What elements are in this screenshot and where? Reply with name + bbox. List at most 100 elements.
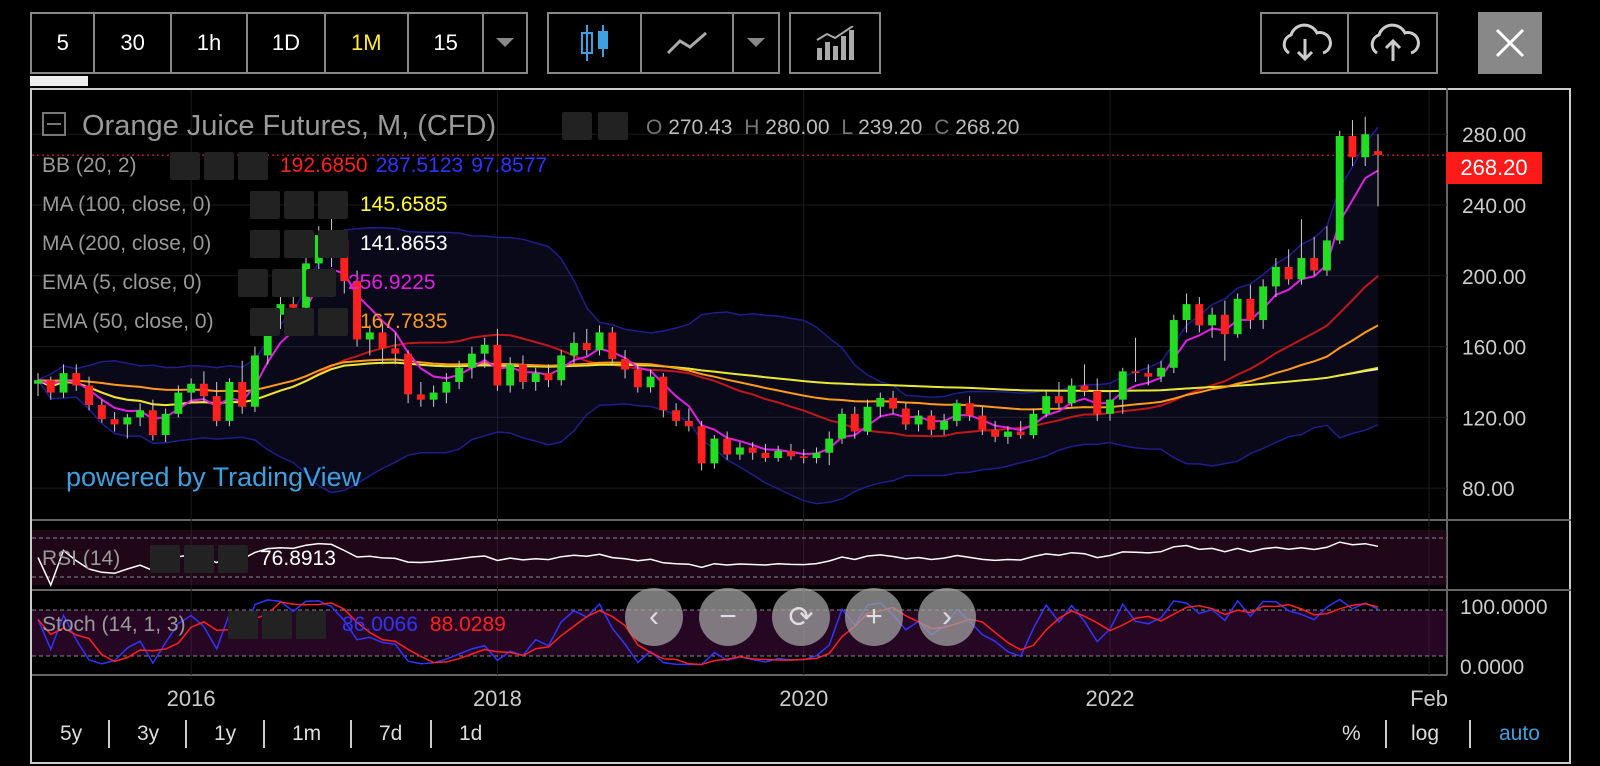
remove-icon[interactable] xyxy=(318,191,348,219)
candle-body xyxy=(1093,390,1102,414)
divider xyxy=(1385,720,1387,748)
x-tick-label: 2016 xyxy=(167,686,216,711)
scroll-left-button[interactable]: ‹ xyxy=(625,588,683,646)
candle-body xyxy=(889,397,898,409)
remove-icon[interactable] xyxy=(218,545,248,573)
visibility-icon[interactable] xyxy=(250,230,280,258)
powered-by-watermark[interactable]: powered by TradingView xyxy=(66,462,361,493)
x-tick-label: Feb xyxy=(1410,686,1448,711)
scale-percent-button[interactable]: % xyxy=(1342,722,1361,746)
divider xyxy=(430,720,432,748)
candle-body xyxy=(442,381,451,393)
range-1m[interactable]: 1m xyxy=(292,722,321,746)
candle-body xyxy=(1169,320,1178,368)
visibility-icon[interactable] xyxy=(170,152,200,180)
range-7d[interactable]: 7d xyxy=(379,722,402,746)
visibility-icon[interactable] xyxy=(238,269,268,297)
remove-icon[interactable] xyxy=(318,230,348,258)
candle-body xyxy=(136,410,145,418)
zoom-in-button[interactable]: + xyxy=(845,588,903,646)
candle-body xyxy=(1297,258,1306,280)
rsi-legend: RSI (14) 76.8913 xyxy=(42,545,336,573)
candle-body xyxy=(455,367,464,382)
gear-icon[interactable] xyxy=(272,269,302,297)
candle-body xyxy=(940,420,949,430)
candle-body xyxy=(429,392,438,400)
gear-icon[interactable] xyxy=(204,152,234,180)
candle-body xyxy=(110,419,119,425)
candle-body xyxy=(225,381,234,421)
candle-body xyxy=(582,343,591,351)
candle-body xyxy=(838,413,846,439)
range-1d[interactable]: 1d xyxy=(459,722,482,746)
candle-body xyxy=(697,426,706,464)
candle-body xyxy=(1067,385,1076,404)
gear-icon[interactable] xyxy=(598,112,628,140)
candle-body xyxy=(1118,371,1127,400)
candle-body xyxy=(212,396,221,421)
candle-body xyxy=(250,355,259,407)
visibility-icon[interactable] xyxy=(562,112,592,140)
candle-body xyxy=(1335,136,1344,241)
candle-body xyxy=(646,376,655,388)
range-5y[interactable]: 5y xyxy=(60,722,82,746)
stoch-legend: Stoch (14, 1, 3) 86.0066 88.0289 xyxy=(42,611,506,639)
candle-body xyxy=(480,344,489,354)
candle-body xyxy=(493,344,502,386)
indicator-ma100: MA (100, close, 0) 145.6585 xyxy=(42,191,448,219)
candle-body xyxy=(46,380,55,393)
candle-body xyxy=(914,415,923,425)
scale-auto-button[interactable]: auto xyxy=(1499,722,1540,746)
symbol-title: Orange Juice Futures, M, (CFD) xyxy=(82,110,497,142)
divider xyxy=(263,720,265,748)
remove-icon[interactable] xyxy=(296,611,326,639)
visibility-icon[interactable] xyxy=(228,611,258,639)
candle-body xyxy=(544,373,553,381)
range-1y[interactable]: 1y xyxy=(214,722,236,746)
y-tick-label: 160.00 xyxy=(1462,337,1526,360)
zoom-out-button[interactable]: − xyxy=(699,588,757,646)
candle-body xyxy=(531,373,540,382)
candle-body xyxy=(901,408,910,425)
divider xyxy=(108,720,110,748)
visibility-icon[interactable] xyxy=(250,191,280,219)
divider xyxy=(1469,720,1471,748)
remove-icon[interactable] xyxy=(238,152,268,180)
scroll-right-button[interactable]: › xyxy=(918,588,976,646)
indicator-bb: BB (20, 2) 192.6850 287.5123 97.8577 xyxy=(42,152,547,180)
candle-body xyxy=(199,383,208,397)
candle-body xyxy=(1322,240,1331,271)
chevron-left-icon: ‹ xyxy=(649,600,659,633)
candle-body xyxy=(876,397,885,407)
collapse-legend-icon[interactable] xyxy=(42,112,66,136)
visibility-icon[interactable] xyxy=(150,545,180,573)
candle-body xyxy=(799,456,808,459)
candle-body xyxy=(506,364,515,386)
y-tick-label: 200.00 xyxy=(1462,266,1526,289)
gear-icon[interactable] xyxy=(184,545,214,573)
gear-icon[interactable] xyxy=(284,191,314,219)
reset-button[interactable]: ⟳ xyxy=(772,588,830,646)
candle-body xyxy=(684,420,693,427)
candle-body xyxy=(761,452,770,459)
candle-body xyxy=(187,383,196,393)
candle-body xyxy=(1042,396,1051,414)
candle-body xyxy=(570,343,578,356)
gear-icon[interactable] xyxy=(284,230,314,258)
candle-body xyxy=(1348,136,1357,158)
remove-icon[interactable] xyxy=(318,308,348,336)
gear-icon[interactable] xyxy=(262,611,292,639)
gear-icon[interactable] xyxy=(284,308,314,336)
candle-body xyxy=(404,353,413,395)
remove-icon[interactable] xyxy=(306,269,336,297)
indicator-ma200: MA (200, close, 0) 141.8653 xyxy=(42,230,448,258)
stoch-level-high: 100.0000 xyxy=(1460,596,1548,619)
candle-body xyxy=(59,373,68,393)
candle-body xyxy=(1271,266,1280,287)
scale-log-button[interactable]: log xyxy=(1411,722,1439,746)
candle-body xyxy=(34,380,42,384)
candle-body xyxy=(85,385,94,405)
candle-body xyxy=(850,413,859,432)
range-3y[interactable]: 3y xyxy=(137,722,159,746)
visibility-icon[interactable] xyxy=(250,308,280,336)
